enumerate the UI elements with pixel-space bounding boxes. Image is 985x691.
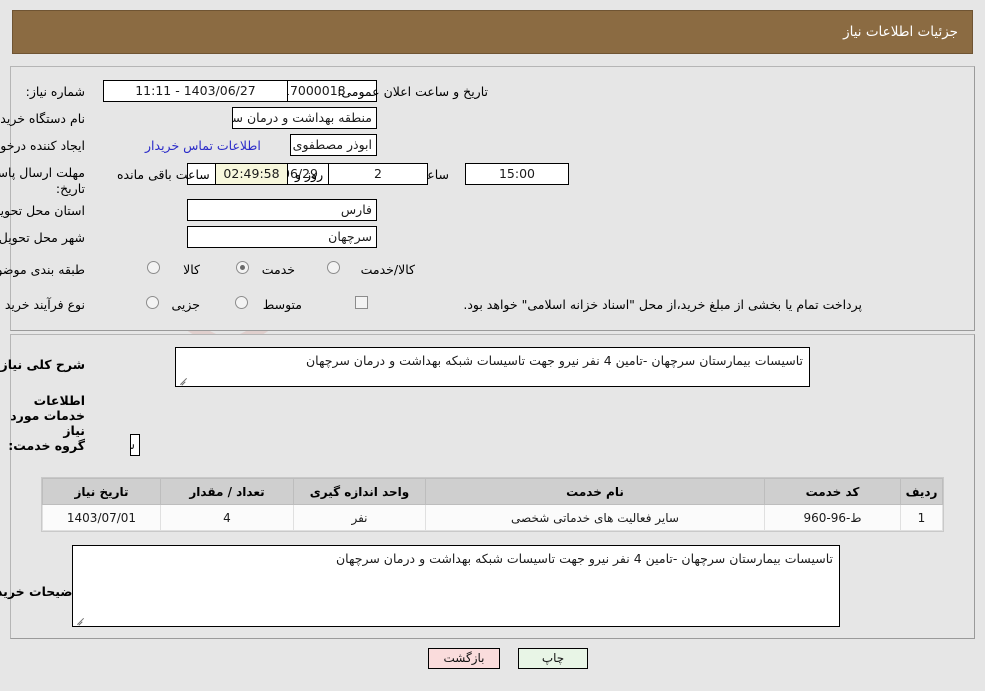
cell-unit: نفر [293, 504, 426, 531]
summary-label: شرح کلی نیاز: [0, 357, 85, 372]
buyer-org-label: نام دستگاه خریدار: [0, 111, 85, 126]
col-service-code: کد خدمت [764, 478, 901, 505]
buyer-notes-textarea[interactable]: تاسیسات بیمارستان سرچهان -تامین 4 نفر نی… [72, 545, 840, 627]
buyer-notes-text: تاسیسات بیمارستان سرچهان -تامین 4 نفر نی… [335, 551, 833, 566]
buyer-contact-link[interactable]: اطلاعات تماس خریدار [145, 138, 261, 153]
cell-quantity: 4 [160, 504, 294, 531]
countdown-value: 02:49:58 [215, 163, 288, 185]
radio-process-motevaset[interactable] [235, 296, 248, 309]
radio-process-jozee[interactable] [146, 296, 159, 309]
need-info-panel [10, 66, 975, 331]
announce-datetime-label: تاریخ و ساعت اعلان عمومی: [337, 84, 488, 99]
checkbox-treasury-documents[interactable] [355, 296, 368, 309]
resize-grip-icon[interactable] [179, 375, 189, 385]
buyer-org-value[interactable]: منطقه بهداشت و درمان سرچهان [232, 107, 377, 129]
category-option-1-label: خدمت [261, 262, 295, 277]
cell-service-name: سایر فعالیت های خدماتی شخصی [425, 504, 765, 531]
summary-textarea[interactable]: تاسیسات بیمارستان سرچهان -تامین 4 نفر نی… [175, 347, 810, 387]
page-title: جزئیات اطلاعات نیاز [843, 24, 958, 40]
col-need-date: تاریخ نیاز [42, 478, 161, 505]
col-quantity: تعداد / مقدار [160, 478, 294, 505]
requester-value[interactable]: ابوذر مصطفوی عمرانی منطقه بهداشت و درمان… [290, 134, 377, 156]
deadline-label-line1: مهلت ارسال پاسخ: تا [0, 165, 85, 180]
remaining-hours-label: ساعت باقی مانده [117, 167, 210, 182]
process-option-1-label: متوسط [262, 297, 302, 312]
radio-category-kala[interactable] [147, 261, 160, 274]
deadline-label-line2: تاریخ: [55, 181, 85, 196]
announce-datetime-value[interactable]: 1403/06/27 - 11:11 [103, 80, 288, 102]
col-row: ردیف [900, 478, 943, 505]
days-label: روز و [295, 167, 324, 182]
services-table-wrap: ردیف کد خدمت نام خدمت واحد اندازه گیری ت… [41, 477, 944, 532]
col-unit: واحد اندازه گیری [293, 478, 426, 505]
service-group-label: گروه خدمت: [8, 438, 85, 453]
services-table: ردیف کد خدمت نام خدمت واحد اندازه گیری ت… [42, 478, 943, 531]
need-number-label: شماره نیاز: [25, 84, 85, 99]
cell-row: 1 [900, 504, 943, 531]
days-value[interactable]: 2 [328, 163, 428, 185]
radio-category-khedmat[interactable] [236, 261, 249, 274]
table-row[interactable]: 1 ط-96-960 سایر فعالیت های خدماتی شخصی ن… [42, 504, 943, 531]
process-label: نوع فرآیند خرید : [0, 297, 85, 312]
page-root: AriaTender.net جزئیات اطلاعات نیاز شماره… [0, 0, 985, 691]
col-service-name: نام خدمت [425, 478, 765, 505]
city-value[interactable]: سرچهان [187, 226, 377, 248]
category-label: طبقه بندی موضوعی: [0, 262, 85, 277]
hour-value[interactable]: 15:00 [465, 163, 569, 185]
process-option-0-label: جزیی [171, 297, 200, 312]
category-option-0-label: کالا [183, 262, 200, 277]
province-value[interactable]: فارس [187, 199, 377, 221]
print-button[interactable]: چاپ [518, 648, 588, 669]
services-heading: اطلاعات خدمات مورد نیاز [10, 393, 85, 438]
table-header-row: ردیف کد خدمت نام خدمت واحد اندازه گیری ت… [42, 478, 943, 505]
summary-text: تاسیسات بیمارستان سرچهان -تامین 4 نفر نی… [305, 353, 803, 368]
back-button[interactable]: بازگشت [428, 648, 500, 669]
service-group-value[interactable]: سایر فعالیت‌های خدماتی [130, 434, 140, 456]
cell-need-date: 1403/07/01 [42, 504, 161, 531]
province-label: استان محل تحویل: [0, 203, 85, 218]
category-option-2-label: کالا/خدمت [360, 262, 415, 277]
treasury-documents-text: پرداخت تمام یا بخشی از مبلغ خرید،از محل … [463, 297, 862, 312]
radio-category-kala-khedmat[interactable] [327, 261, 340, 274]
page-header: جزئیات اطلاعات نیاز [12, 10, 973, 54]
resize-grip-icon-notes[interactable] [76, 615, 86, 625]
cell-service-code: ط-96-960 [764, 504, 901, 531]
requester-label: ایجاد کننده درخواست: [0, 138, 85, 153]
city-label: شهر محل تحویل: [0, 230, 85, 245]
